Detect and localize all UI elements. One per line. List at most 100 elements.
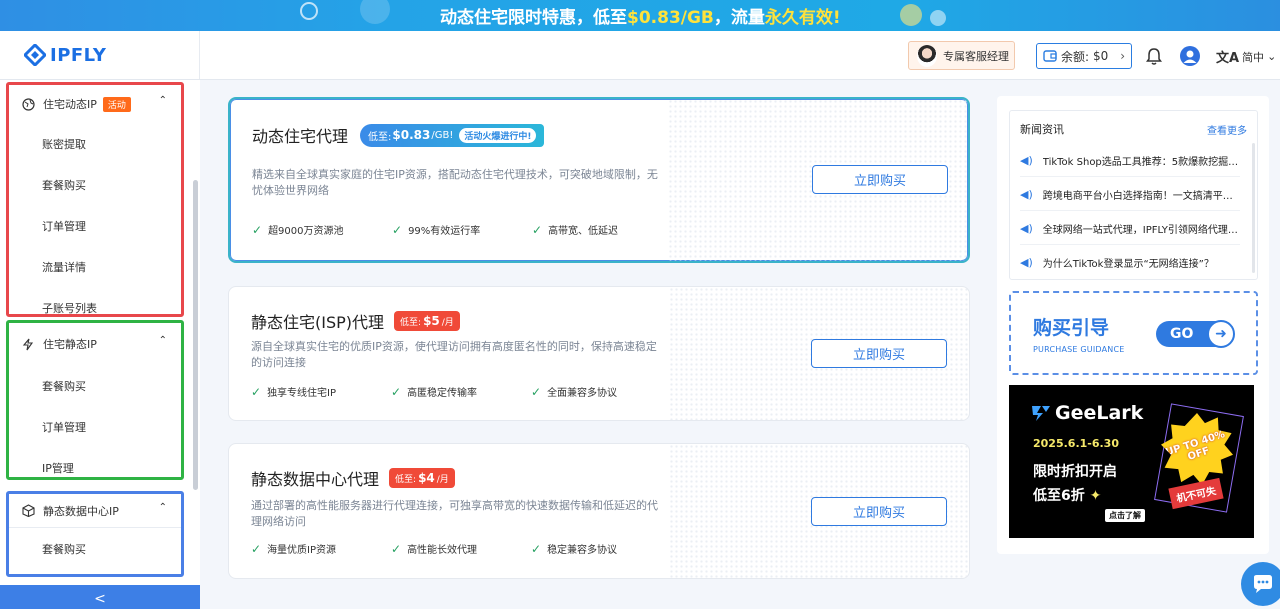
language-selector[interactable]: 文A 简中 ⌄ [1216,47,1276,66]
badge-price: $0.83 [392,128,431,142]
chat-support-button[interactable] [1241,562,1280,606]
news-item[interactable]: ◀) TikTok Shop选品工具推荐：5款爆款挖掘神器 [1020,144,1240,177]
sidebar-item-plan-purchase[interactable]: 套餐购买 [9,365,181,406]
banner-decoration [900,4,922,26]
sidebar-item-order-management[interactable]: 订单管理 [9,406,181,447]
feature-item: ✓ 独享专线住宅IP [251,384,391,400]
buy-now-button[interactable]: 立即购买 [811,497,947,526]
check-icon: ✓ [391,541,402,556]
price-badge: 低至: $0.83/GB! 活动火爆进行中! [360,123,545,147]
sidebar-item-plan-purchase[interactable]: 套餐购买 [9,164,181,205]
feature-text: 99%有效运行率 [408,226,481,237]
feature-text: 高性能长效代理 [407,545,478,556]
globe-icon [21,97,35,111]
geelark-logo-icon [1032,406,1050,421]
sidebar-group-datacenter: 静态数据中心IP ⌃ 套餐购买 [6,491,184,577]
sidebar-group-header[interactable]: 住宅静态IP ⌃ [9,323,181,365]
chevron-right-icon: › [1120,49,1125,63]
news-item-text: 为什么TikTok登录显示“无网络连接”？ [1042,259,1214,270]
feature-item: ✓ 99%有效运行率 [392,222,532,238]
cube-icon [21,504,35,518]
sidebar-group-dynamic: 住宅动态IP 活动 ⌃ 账密提取 套餐购买 订单管理 流量详情 子账号列表 [6,82,184,317]
sidebar-scrollbar[interactable] [193,180,198,490]
wallet-icon [1043,50,1057,62]
sidebar-item-ip-management[interactable]: IP管理 [9,447,181,488]
check-icon: ✓ [251,541,262,556]
ad-learn-more[interactable]: 点击了解 [1105,509,1145,522]
chat-icon [1254,575,1272,593]
check-icon: ✓ [531,384,542,399]
sidebar-group-header[interactable]: 静态数据中心IP ⌃ [9,494,181,528]
go-button[interactable]: GO ➜ [1156,320,1235,348]
card-description: 精选来自全球真实家庭的住宅IP资源，搭配动态住宅代理技术，可突破地域限制，无忧体… [252,168,658,197]
badge-unit: /月 [441,317,454,328]
news-item-text: TikTok Shop选品工具推荐：5款爆款挖掘神器 [1042,156,1240,168]
purchase-guide-card[interactable]: 购买引导 PURCHASE GUIDANCE GO ➜ [1009,291,1258,375]
ad-line-2-text: 低至6折 [1033,488,1085,504]
arrow-right-icon: ➜ [1207,320,1235,348]
news-item-text: 跨境电商平台小白选择指南！一文搞清平台… [1042,190,1240,202]
sidebar-item-credential-extract[interactable]: 账密提取 [9,123,181,164]
news-item[interactable]: ◀) 为什么TikTok登录显示“无网络连接”？ [1020,246,1240,279]
balance-value: $0 [1093,49,1109,63]
check-icon: ✓ [532,222,543,237]
go-label: GO [1170,326,1194,342]
feature-item: ✓ 超9000万资源池 [252,222,392,238]
banner-decoration [930,10,946,26]
badge-prefix: 低至: [395,474,417,485]
ad-brand: GeeLark [1031,402,1143,424]
sidebar-collapse-button[interactable]: < [0,585,200,609]
hot-tag: 活动火爆进行中! [459,127,537,143]
logo-text: IPFLY [50,44,107,66]
banner-text: 动态住宅限时特惠，低至$0.83/GB，流量永久有效! [440,8,841,28]
news-item[interactable]: ◀) 跨境电商平台小白选择指南！一文搞清平台… [1020,178,1240,211]
badge-price: $4 [418,471,435,485]
buy-now-button[interactable]: 立即购买 [811,339,947,368]
balance-button[interactable]: 余额: $0 › [1036,43,1132,69]
price-badge: 低至: $5/月 [394,311,460,331]
price-badge: 低至: $4/月 [389,468,455,488]
header-divider [199,31,200,79]
account-manager-button[interactable]: 专属客服经理 [908,41,1015,70]
bell-icon[interactable] [1146,48,1162,65]
ad-line-2: 低至6折 ✦ [1033,485,1101,505]
news-scrollbar[interactable] [1252,143,1255,273]
feature-list: ✓ 独享专线住宅IP ✓ 高匿稳定传输率 ✓ 全面兼容多协议 [251,384,671,400]
badge-price: $5 [423,314,440,328]
badge-prefix: 低至: [400,317,422,328]
check-icon: ✓ [531,541,542,556]
activity-tag: 活动 [102,96,131,112]
user-avatar-icon[interactable] [1180,46,1200,66]
check-icon: ✓ [251,384,262,399]
sidebar-group-header[interactable]: 住宅动态IP 活动 ⌃ [9,85,181,123]
buy-now-button[interactable]: 立即购买 [812,165,948,194]
ad-line-1: 限时折扣开启 [1033,464,1117,480]
feature-text: 超9000万资源池 [268,226,344,237]
news-item[interactable]: ◀) 全球网络一站式代理，IPFLY引领网络代理新… [1020,212,1240,245]
card-description: 源自全球真实住宅的优质IP资源，使代理访问拥有高度匿名性的同时，保持高速稳定的访… [251,340,657,369]
sidebar-group-title: 住宅动态IP [43,98,97,111]
feature-text: 高匿稳定传输率 [407,388,478,399]
language-label: 简中 [1242,50,1265,64]
speaker-icon: ◀) [1020,256,1033,269]
card-title: 静态数据中心代理 [251,470,380,489]
sidebar-item-order-management[interactable]: 订单管理 [9,205,181,246]
card-title-row: 静态数据中心代理 低至: $4/月 [251,466,455,490]
feature-item: ✓ 高匿稳定传输率 [391,384,531,400]
chevron-up-icon: ⌃ [158,502,167,513]
banner-decoration [300,2,318,20]
sidebar-group-title: 住宅静态IP [43,338,97,351]
promo-banner[interactable]: 动态住宅限时特惠，低至$0.83/GB，流量永久有效! [0,0,1280,31]
sidebar-item-plan-purchase[interactable]: 套餐购买 [9,528,181,569]
logo[interactable]: IPFLY [24,44,106,66]
sidebar-item-traffic-details[interactable]: 流量详情 [9,246,181,287]
badge-unit: /GB! [431,129,454,141]
speaker-icon: ◀) [1020,153,1033,167]
geelark-ad-banner[interactable]: GeeLark UP TO 40% OFF 机不可失 2025.6.1-6.30… [1009,385,1254,538]
product-card-datacenter: 静态数据中心代理 低至: $4/月 通过部署的高性能服务器进行代理连接，可独享高带… [228,443,970,579]
badge-unit: /月 [436,474,449,485]
news-item-text: 全球网络一站式代理，IPFLY引领网络代理新… [1042,224,1240,236]
feature-text: 高带宽、低延迟 [548,226,619,237]
sidebar-group-title: 静态数据中心IP [43,504,119,518]
news-more-link[interactable]: 查看更多 [1207,122,1247,137]
